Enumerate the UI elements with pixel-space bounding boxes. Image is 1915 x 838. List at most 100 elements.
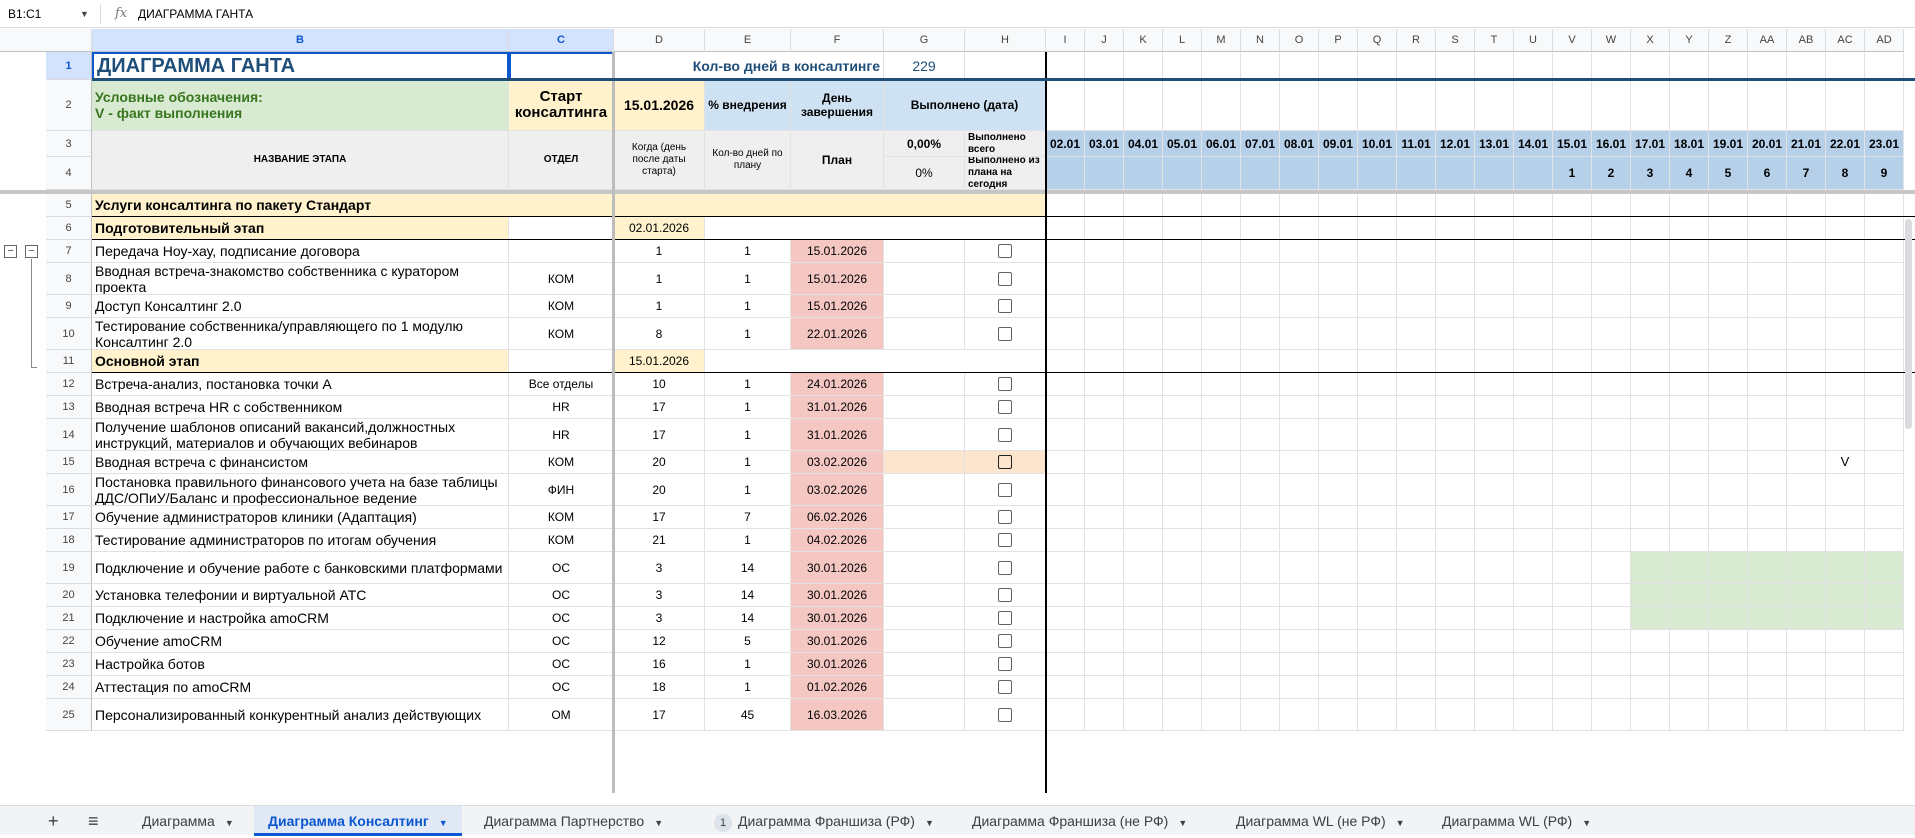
gantt-cell[interactable] bbox=[1826, 350, 1865, 373]
gantt-cell[interactable] bbox=[1631, 699, 1670, 731]
days-cell[interactable]: 1 bbox=[705, 318, 791, 350]
gantt-cell[interactable] bbox=[1163, 506, 1202, 529]
gantt-cell[interactable] bbox=[1046, 373, 1085, 396]
gantt-cell[interactable] bbox=[1787, 419, 1826, 451]
gantt-cell[interactable] bbox=[1202, 676, 1241, 699]
chevron-down-icon[interactable]: ▼ bbox=[1178, 818, 1187, 828]
gantt-cell[interactable] bbox=[1631, 474, 1670, 506]
gantt-cell[interactable] bbox=[1826, 630, 1865, 653]
gantt-day-cell[interactable] bbox=[1358, 157, 1397, 190]
gantt-cell[interactable] bbox=[1670, 552, 1709, 584]
gantt-cell[interactable] bbox=[1670, 653, 1709, 676]
gantt-cell[interactable] bbox=[1358, 295, 1397, 318]
gantt-cell[interactable] bbox=[1865, 350, 1904, 373]
gantt-cell[interactable] bbox=[1124, 373, 1163, 396]
gantt-cell[interactable] bbox=[1319, 506, 1358, 529]
gantt-cell[interactable] bbox=[1319, 373, 1358, 396]
gantt-cell[interactable] bbox=[1748, 350, 1787, 373]
task-name-cell[interactable]: Получение шаблонов описаний вакансий,дол… bbox=[92, 419, 509, 451]
gantt-cell[interactable] bbox=[1826, 318, 1865, 350]
gantt-day-cell[interactable]: 7 bbox=[1787, 157, 1826, 190]
gantt-cell[interactable] bbox=[1202, 653, 1241, 676]
gantt-cell[interactable] bbox=[1085, 584, 1124, 607]
plan-date-cell[interactable]: 30.01.2026 bbox=[791, 630, 884, 653]
gantt-cell[interactable] bbox=[1787, 506, 1826, 529]
gantt-cell[interactable] bbox=[1046, 607, 1085, 630]
done-date-cell[interactable] bbox=[884, 373, 965, 396]
column-header[interactable]: L bbox=[1163, 29, 1202, 52]
gantt-cell[interactable] bbox=[1085, 318, 1124, 350]
gantt-cell[interactable] bbox=[1124, 396, 1163, 419]
gantt-cell[interactable] bbox=[1280, 676, 1319, 699]
when-cell[interactable]: 17 bbox=[614, 396, 705, 419]
gantt-cell[interactable] bbox=[1319, 676, 1358, 699]
gantt-cell[interactable] bbox=[1514, 529, 1553, 552]
gantt-cell[interactable] bbox=[1865, 474, 1904, 506]
plan-date-cell[interactable]: 15.01.2026 bbox=[791, 295, 884, 318]
gantt-cell[interactable] bbox=[1826, 373, 1865, 396]
gantt-date-cell[interactable]: 03.01 bbox=[1085, 131, 1124, 157]
gantt-cell[interactable] bbox=[1436, 653, 1475, 676]
done-date-cell[interactable] bbox=[884, 699, 965, 731]
gantt-cell[interactable] bbox=[1709, 373, 1748, 396]
gantt-cell[interactable] bbox=[1124, 630, 1163, 653]
task-name-cell[interactable]: Обучение amoCRM bbox=[92, 630, 509, 653]
gantt-cell[interactable] bbox=[1709, 630, 1748, 653]
gantt-cell[interactable] bbox=[1553, 474, 1592, 506]
sheet-tab[interactable]: Диаграмма Партнерство ▼ bbox=[470, 806, 677, 836]
plan-date-cell[interactable]: 01.02.2026 bbox=[791, 676, 884, 699]
plan-date-cell[interactable]: 24.01.2026 bbox=[791, 373, 884, 396]
gantt-date-cell[interactable]: 23.01 bbox=[1865, 131, 1904, 157]
gantt-cell[interactable] bbox=[1397, 676, 1436, 699]
sheet-tab[interactable]: 1 Диаграмма Франшиза (РФ) ▼ bbox=[700, 806, 948, 836]
plan-date-cell[interactable]: 30.01.2026 bbox=[791, 552, 884, 584]
gantt-day-cell[interactable]: 4 bbox=[1670, 157, 1709, 190]
column-header[interactable]: AC bbox=[1826, 29, 1865, 52]
gantt-day-cell[interactable] bbox=[1514, 157, 1553, 190]
gantt-cell[interactable] bbox=[1436, 350, 1475, 373]
gantt-cell[interactable] bbox=[1046, 350, 1085, 373]
done-checkbox-cell[interactable] bbox=[965, 676, 1046, 699]
done-date-cell[interactable] bbox=[884, 451, 965, 474]
gantt-cell[interactable] bbox=[1514, 607, 1553, 630]
gantt-cell[interactable] bbox=[1553, 396, 1592, 419]
gantt-cell[interactable] bbox=[1280, 240, 1319, 263]
gantt-cell[interactable] bbox=[1436, 263, 1475, 295]
gantt-cell[interactable] bbox=[1709, 396, 1748, 419]
gantt-cell[interactable] bbox=[1709, 350, 1748, 373]
row-header[interactable]: 3 bbox=[46, 131, 92, 157]
checkbox[interactable] bbox=[998, 560, 1012, 575]
gantt-cell[interactable] bbox=[1241, 676, 1280, 699]
gantt-cell[interactable] bbox=[1592, 699, 1631, 731]
task-name-cell[interactable]: Постановка правильного финансового учета… bbox=[92, 474, 509, 506]
gantt-cell[interactable] bbox=[1163, 699, 1202, 731]
gantt-cell[interactable] bbox=[1475, 451, 1514, 474]
gantt-cell[interactable] bbox=[1319, 552, 1358, 584]
days-cell[interactable]: 1 bbox=[705, 451, 791, 474]
gantt-cell[interactable] bbox=[1670, 396, 1709, 419]
gantt-cell[interactable] bbox=[1241, 373, 1280, 396]
dept-cell[interactable]: HR bbox=[509, 396, 614, 419]
task-name-cell[interactable]: Передача Ноу-хау, подписание договора bbox=[92, 240, 509, 263]
end-label-cell[interactable]: День завершения bbox=[791, 80, 884, 131]
when-cell[interactable]: 17 bbox=[614, 699, 705, 731]
gantt-day-cell[interactable]: 5 bbox=[1709, 157, 1748, 190]
when-header[interactable]: Когда (день после даты старта) bbox=[614, 131, 705, 190]
when-cell[interactable]: 17 bbox=[614, 419, 705, 451]
gantt-cell[interactable] bbox=[1670, 630, 1709, 653]
column-header[interactable]: P bbox=[1319, 29, 1358, 52]
gantt-cell[interactable] bbox=[1709, 419, 1748, 451]
column-header[interactable]: N bbox=[1241, 29, 1280, 52]
gantt-day-cell[interactable]: 8 bbox=[1826, 157, 1865, 190]
task-name-cell[interactable]: Установка телефонии и виртуальной АТС bbox=[92, 584, 509, 607]
gantt-date-cell[interactable]: 10.01 bbox=[1358, 131, 1397, 157]
days-cell[interactable]: 5 bbox=[705, 630, 791, 653]
done-date-cell[interactable] bbox=[884, 630, 965, 653]
when-cell[interactable]: 1 bbox=[614, 240, 705, 263]
gantt-cell[interactable] bbox=[1865, 630, 1904, 653]
gantt-cell[interactable] bbox=[1436, 217, 1475, 240]
gantt-cell[interactable] bbox=[1631, 396, 1670, 419]
when-cell[interactable]: 1 bbox=[614, 295, 705, 318]
plan-date-cell[interactable]: 30.01.2026 bbox=[791, 584, 884, 607]
gantt-cell[interactable] bbox=[1202, 584, 1241, 607]
